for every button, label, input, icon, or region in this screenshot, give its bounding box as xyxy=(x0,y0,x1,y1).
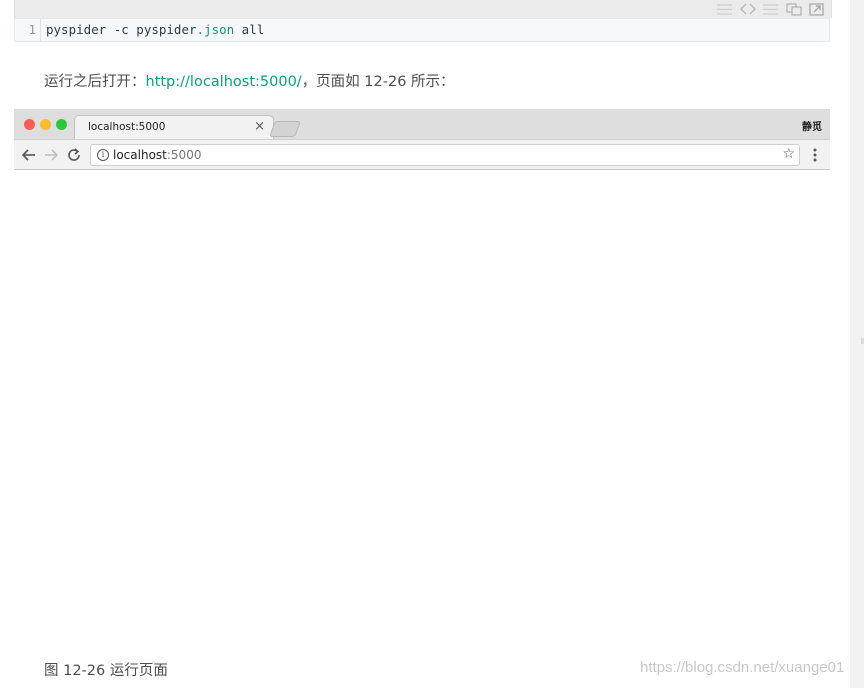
figure-caption: 图 12-26 运行页面 xyxy=(44,663,168,679)
browser-tab[interactable]: localhost:5000 × xyxy=(74,115,274,139)
profile-label[interactable]: 静觅 xyxy=(802,118,822,133)
page-scrollbar[interactable] xyxy=(850,0,864,688)
close-window-button[interactable] xyxy=(24,119,35,130)
code-argument: all xyxy=(234,22,265,37)
view-plain-icon[interactable] xyxy=(716,2,733,16)
view-source-icon[interactable] xyxy=(739,2,756,16)
info-icon[interactable]: i xyxy=(97,149,109,161)
minimize-window-button[interactable] xyxy=(40,119,51,130)
reload-icon[interactable] xyxy=(65,146,83,164)
localhost-link[interactable]: http://localhost:5000/ xyxy=(146,74,302,90)
copy-icon[interactable] xyxy=(785,2,802,16)
tab-close-icon[interactable]: × xyxy=(254,119,265,134)
print-icon[interactable] xyxy=(762,2,779,16)
new-tab-button[interactable] xyxy=(269,121,301,137)
code-extension: .json xyxy=(196,22,235,37)
browser-window: localhost:5000 × 静觅 i localhost:5000 ☆ xyxy=(14,109,830,170)
url-host: localhost xyxy=(113,148,167,162)
code-command: pyspider -c pyspider xyxy=(46,22,197,37)
watermark: https://blog.csdn.net/xuange01 xyxy=(640,659,845,676)
tab-title: localhost:5000 xyxy=(88,121,166,133)
browser-toolbar: i localhost:5000 ☆ xyxy=(14,139,830,170)
url-text[interactable]: localhost:5000 xyxy=(113,148,201,162)
instruction-paragraph: 运行之后打开：http://localhost:5000/，页面如 12-26 … xyxy=(44,71,455,93)
line-number: 1 xyxy=(15,19,41,41)
paragraph-text-after: ，页面如 12-26 所示： xyxy=(301,74,455,90)
browser-tab-bar: localhost:5000 × 静觅 xyxy=(14,109,830,139)
code-text: pyspider -c pyspider.json all xyxy=(46,19,264,41)
address-bar[interactable]: i localhost:5000 ☆ xyxy=(90,144,800,166)
zoom-window-button[interactable] xyxy=(56,119,67,130)
browser-menu-icon[interactable] xyxy=(810,147,820,163)
code-block-toolbar xyxy=(14,0,832,18)
forward-arrow-icon[interactable] xyxy=(42,146,60,164)
url-port: :5000 xyxy=(166,148,202,162)
code-line: 1 pyspider -c pyspider.json all xyxy=(14,18,830,42)
popup-icon[interactable] xyxy=(808,2,825,16)
bookmark-star-icon[interactable]: ☆ xyxy=(782,146,795,162)
back-arrow-icon[interactable] xyxy=(20,146,38,164)
paragraph-text-before: 运行之后打开： xyxy=(44,74,146,90)
